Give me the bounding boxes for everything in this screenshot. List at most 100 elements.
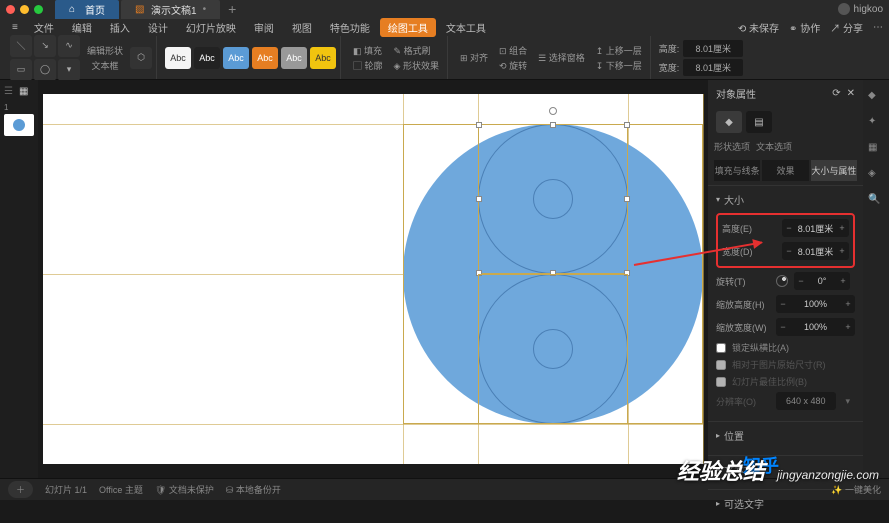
text-type-icon[interactable]: ▤ bbox=[746, 111, 772, 133]
new-tab-button[interactable]: + bbox=[228, 1, 236, 17]
section-textbox-title[interactable]: 文本框 bbox=[716, 462, 855, 477]
more-icon[interactable]: ⋯ bbox=[873, 22, 883, 33]
format-painter-button[interactable]: ✎ 格式刷 bbox=[390, 44, 443, 57]
menu-insert[interactable]: 插入 bbox=[102, 18, 138, 37]
ribbon-width-value[interactable]: 8.01厘米 bbox=[683, 59, 743, 76]
shape-type-icon[interactable]: ◆ bbox=[716, 111, 742, 133]
scale-h-incr-icon[interactable]: + bbox=[841, 299, 855, 309]
canvas-area[interactable] bbox=[38, 80, 708, 478]
lock-aspect-row[interactable]: 锁定纵横比(A) bbox=[716, 341, 855, 354]
fill-button[interactable]: ◧ 填充 bbox=[349, 44, 387, 57]
handle-ml[interactable] bbox=[476, 196, 482, 202]
status-backup[interactable]: ⛁ 本地备份开 bbox=[226, 483, 281, 496]
merge-shapes-icon[interactable]: ⬡ bbox=[130, 47, 152, 69]
share-button[interactable]: ↗ 分享 bbox=[830, 20, 863, 35]
strip-slide-icon[interactable]: ▦ bbox=[868, 142, 884, 158]
rotate-value[interactable]: 0° bbox=[808, 276, 836, 286]
menu-drawtools[interactable]: 绘图工具 bbox=[380, 18, 436, 37]
scale-h-stepper[interactable]: − 100% + bbox=[776, 295, 855, 313]
menu-texttools[interactable]: 文本工具 bbox=[438, 18, 494, 37]
scale-h-decr-icon[interactable]: − bbox=[776, 299, 790, 309]
tab-document[interactable]: ▧ 演示文稿1 • bbox=[121, 0, 220, 19]
menu-view[interactable]: 视图 bbox=[284, 18, 320, 37]
unsaved-indicator[interactable]: ⟲ 未保存 bbox=[738, 20, 779, 35]
slide[interactable] bbox=[43, 94, 703, 464]
tab-size-props[interactable]: 大小与属性 bbox=[811, 160, 857, 181]
shape-effect-button[interactable]: ◈ 形状效果 bbox=[390, 59, 443, 72]
align-button[interactable]: ⊞ 对齐 bbox=[456, 51, 492, 64]
rotate-incr-icon[interactable]: + bbox=[836, 276, 850, 286]
shape-curve-icon[interactable]: ∿ bbox=[58, 35, 80, 57]
menu-slideshow[interactable]: 幻灯片放映 bbox=[178, 18, 244, 37]
menu-design[interactable]: 设计 bbox=[140, 18, 176, 37]
thumb-view-icon[interactable]: ▦ bbox=[19, 86, 28, 97]
shape-arrow-icon[interactable]: ↘ bbox=[34, 35, 56, 57]
tab-fill-line[interactable]: 填充与线条 bbox=[714, 160, 760, 181]
width-stepper[interactable]: − 8.01厘米 + bbox=[782, 242, 849, 260]
style-preset-3[interactable]: Abc bbox=[223, 47, 249, 69]
shape-oval-icon[interactable]: ◯ bbox=[34, 59, 56, 81]
menu-review[interactable]: 审阅 bbox=[246, 18, 282, 37]
resolution-dropdown-icon[interactable]: ▾ bbox=[842, 396, 851, 407]
strip-shape-icon[interactable]: ◆ bbox=[868, 90, 884, 106]
shape-more-icon[interactable]: ▾ bbox=[58, 59, 80, 81]
width-decr-icon[interactable]: − bbox=[782, 246, 796, 256]
shape-line-icon[interactable]: ＼ bbox=[10, 35, 32, 57]
lock-aspect-checkbox[interactable] bbox=[716, 343, 726, 353]
rotate-stepper[interactable]: − 0° + bbox=[794, 272, 850, 290]
strip-anim-icon[interactable]: ✦ bbox=[868, 116, 884, 132]
scale-w-stepper[interactable]: − 100% + bbox=[776, 318, 855, 336]
ribbon-height-value[interactable]: 8.01厘米 bbox=[683, 40, 743, 57]
outline-view-icon[interactable]: ☰ bbox=[4, 86, 13, 97]
height-decr-icon[interactable]: − bbox=[782, 223, 796, 233]
style-preset-2[interactable]: Abc bbox=[194, 47, 220, 69]
group-button[interactable]: ⊡ 组合 bbox=[495, 44, 531, 57]
tab-effect[interactable]: 效果 bbox=[762, 160, 808, 181]
rotate-button[interactable]: ⟲ 旋转 bbox=[495, 59, 531, 72]
tab-home[interactable]: ⌂ 首页 bbox=[55, 0, 119, 19]
outline-button[interactable]: ▢ 轮廓 bbox=[349, 59, 387, 72]
handle-tm[interactable] bbox=[550, 122, 556, 128]
select-pane-button[interactable]: ☰ 选择窗格 bbox=[534, 51, 589, 64]
add-slide-button[interactable]: ＋ bbox=[8, 481, 33, 498]
handle-tr[interactable] bbox=[624, 122, 630, 128]
scale-w-value[interactable]: 100% bbox=[790, 322, 841, 332]
collab-button[interactable]: ⚭ 协作 bbox=[789, 20, 820, 35]
width-value[interactable]: 8.01厘米 bbox=[796, 245, 835, 258]
rotate-handle[interactable] bbox=[549, 107, 557, 115]
close-window-icon[interactable] bbox=[6, 5, 15, 14]
strip-object-icon[interactable]: ◈ bbox=[868, 168, 884, 184]
edit-shape-button[interactable]: 编辑形状 bbox=[83, 44, 127, 57]
width-incr-icon[interactable]: + bbox=[835, 246, 849, 256]
app-menu-icon[interactable]: ≡ bbox=[6, 22, 24, 33]
panel-close-icon[interactable]: ✕ bbox=[847, 88, 855, 99]
scale-w-incr-icon[interactable]: + bbox=[841, 322, 855, 332]
style-preset-5[interactable]: Abc bbox=[281, 47, 307, 69]
style-preset-4[interactable]: Abc bbox=[252, 47, 278, 69]
subtab-text[interactable]: 文本选项 bbox=[756, 140, 792, 153]
user-area[interactable]: higkoo bbox=[838, 3, 883, 15]
status-beautify[interactable]: ✨ 一键美化 bbox=[831, 483, 881, 496]
textbox-button[interactable]: 文本框 bbox=[88, 59, 123, 72]
maximize-window-icon[interactable] bbox=[34, 5, 43, 14]
status-protect[interactable]: 🛡 文档未保护 bbox=[155, 483, 214, 496]
section-alttext-title[interactable]: 可选文字 bbox=[716, 496, 855, 511]
section-size-title[interactable]: 大小 bbox=[716, 192, 855, 207]
height-incr-icon[interactable]: + bbox=[835, 223, 849, 233]
scale-w-decr-icon[interactable]: − bbox=[776, 322, 790, 332]
minimize-window-icon[interactable] bbox=[20, 5, 29, 14]
down-layer-button[interactable]: ↧ 下移一层 bbox=[592, 59, 646, 72]
shape-rect-icon[interactable]: ▭ bbox=[10, 59, 32, 81]
scale-h-value[interactable]: 100% bbox=[790, 299, 841, 309]
strip-search-icon[interactable]: 🔍 bbox=[868, 194, 884, 210]
style-preset-6[interactable]: Abc bbox=[310, 47, 336, 69]
handle-tl[interactable] bbox=[476, 122, 482, 128]
handle-mr[interactable] bbox=[624, 196, 630, 202]
menu-special[interactable]: 特色功能 bbox=[322, 18, 378, 37]
panel-refresh-icon[interactable]: ⟳ bbox=[832, 88, 840, 99]
slide-thumb-1[interactable] bbox=[4, 114, 34, 136]
subtab-shape[interactable]: 形状选项 bbox=[714, 140, 750, 153]
height-stepper[interactable]: − 8.01厘米 + bbox=[782, 219, 849, 237]
rotate-dial-icon[interactable] bbox=[776, 275, 788, 287]
style-preset-1[interactable]: Abc bbox=[165, 47, 191, 69]
